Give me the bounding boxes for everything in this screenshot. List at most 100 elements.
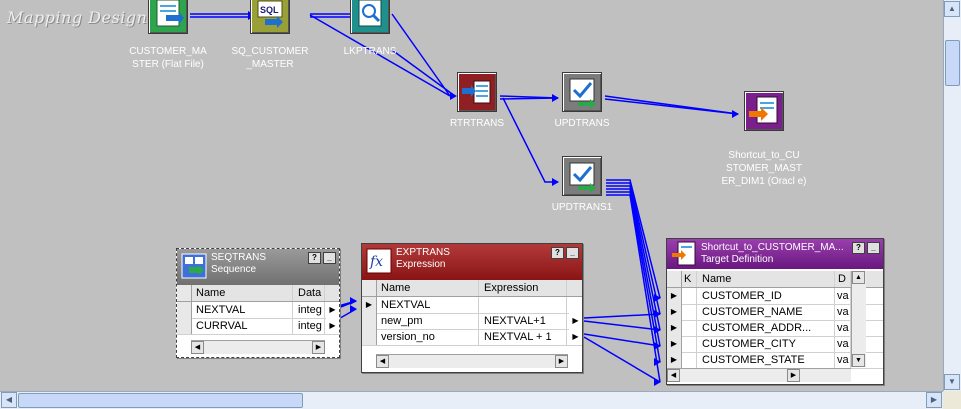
update-strategy-icon [562, 72, 602, 112]
key-cell [681, 288, 697, 304]
canvas-watermark: Mapping Designer [7, 8, 166, 27]
expression-port-grid: Name Expression ▶ NEXTVAL new_pm NEXTVAL… [362, 280, 582, 372]
table-row[interactable]: version_no NEXTVAL + 1 ▶ [362, 329, 582, 346]
scrollbar-corner [943, 391, 961, 409]
output-port-arrow-icon[interactable]: ▶ [326, 302, 339, 318]
input-port-arrow-icon[interactable]: ▶ [667, 336, 682, 352]
grid-header: Name Expression [362, 280, 582, 297]
scroll-up-icon[interactable]: ▲ [852, 271, 865, 284]
scroll-right-icon[interactable]: ▶ [312, 341, 325, 354]
expression-box-subtitle: Expression [396, 259, 446, 270]
mapping-canvas[interactable]: Mapping Designer CUSTOMER_MA STER (Flat … [0, 0, 943, 391]
scroll-left-icon[interactable]: ◀ [1, 392, 17, 408]
row-selector [362, 329, 377, 345]
target-box-header[interactable]: Shortcut_to_CUSTOMER_MA... Target Defini… [667, 239, 883, 269]
sequence-transformation-box[interactable]: SEQTRANS Sequence ? _ Name Data NEXTVAL … [176, 248, 340, 358]
sequence-box-header[interactable]: SEQTRANS Sequence ? _ [177, 249, 339, 285]
port-expression[interactable]: NEXTVAL+1 [479, 313, 567, 329]
input-port-arrow-icon[interactable]: ▶ [667, 288, 682, 304]
expression-box-header[interactable]: fx EXPTRANS Expression ? _ [362, 244, 582, 280]
input-port-arrow-icon[interactable]: ▶ [667, 304, 682, 320]
column-header-datatype: D [835, 271, 851, 287]
key-cell [681, 320, 697, 336]
update-strategy-label: UPDTRANS [554, 118, 610, 129]
expression-grid-scrollbar[interactable]: ◀ ▶ [376, 354, 568, 368]
output-port-arrow-icon[interactable]: ▶ [569, 329, 582, 345]
column-name: CUSTOMER_ADDR... [697, 320, 835, 336]
input-port-arrow-icon[interactable]: ▶ [667, 352, 682, 368]
target-box-buttons: ? _ [852, 242, 880, 254]
scroll-right-icon[interactable]: ▶ [926, 392, 942, 408]
lookup-label: LKPTRANS [343, 46, 397, 57]
port-expression[interactable] [479, 297, 567, 313]
target-grid-vscrollbar[interactable]: ▲ ▼ [851, 271, 866, 367]
expression-box-title: EXPTRANS [396, 247, 450, 258]
key-cell [681, 304, 697, 320]
router-icon [457, 72, 497, 112]
target-definition-box[interactable]: Shortcut_to_CUSTOMER_MA... Target Defini… [666, 238, 884, 385]
update-strategy-icon [562, 156, 602, 196]
scroll-left-icon[interactable]: ◀ [376, 355, 389, 368]
flat-file-source-icon [148, 0, 188, 34]
target-grid-hscrollbar[interactable]: ◀ ▶ [667, 368, 851, 382]
minimize-button[interactable]: _ [867, 242, 880, 254]
svg-text:fx: fx [369, 254, 383, 270]
row-selector [362, 280, 377, 296]
svg-text:SQL: SQL [260, 5, 279, 15]
input-port-arrow-icon[interactable]: ▶ [667, 320, 682, 336]
expression-transformation-box[interactable]: fx EXPTRANS Expression ? _ Name Expressi… [361, 243, 583, 373]
canvas-vertical-scrollbar[interactable]: ▲ ▼ [943, 0, 961, 391]
target-column-grid: K Name D ▶ CUSTOMER_ID va ▶ CUSTOMER_NAM… [667, 269, 883, 384]
minimize-button[interactable]: _ [566, 247, 579, 259]
scroll-down-icon[interactable]: ▼ [944, 374, 960, 390]
scroll-down-icon[interactable]: ▼ [852, 354, 865, 367]
target-node-label: Shortcut_to_CU STOMER_MAST ER_DIM1 (Orac… [721, 150, 807, 187]
source-qualifier-label: SQ_CUSTOMER _MASTER [231, 46, 309, 70]
sequence-box-buttons: ? _ [308, 252, 336, 264]
column-name: CUSTOMER_NAME [697, 304, 835, 320]
port-name: version_no [376, 329, 479, 345]
lookup-icon [350, 0, 390, 34]
sequence-grid-scrollbar[interactable]: ◀ ▶ [191, 340, 325, 354]
port-expression[interactable]: NEXTVAL + 1 [479, 329, 567, 345]
table-row[interactable]: CURRVAL integ ▶ [177, 318, 339, 335]
scroll-up-icon[interactable]: ▲ [944, 1, 960, 17]
target-definition-icon [671, 241, 697, 267]
table-row[interactable]: ▶ NEXTVAL [362, 297, 582, 314]
horizontal-scroll-thumb[interactable] [18, 393, 303, 408]
help-button[interactable]: ? [551, 247, 564, 259]
minimize-button[interactable]: _ [323, 252, 336, 264]
update-strategy-1-label: UPDTRANS1 [551, 202, 613, 213]
sequence-box-title-wrap: SEQTRANS Sequence [211, 252, 266, 276]
help-button[interactable]: ? [308, 252, 321, 264]
help-button[interactable]: ? [852, 242, 865, 254]
scroll-right-icon[interactable]: ▶ [555, 355, 568, 368]
scroll-left-icon[interactable]: ◀ [191, 341, 204, 354]
column-header-name: Name [697, 271, 835, 287]
row-selector [667, 271, 682, 287]
row-selector [362, 313, 377, 329]
table-row[interactable]: new_pm NEXTVAL+1 ▶ [362, 313, 582, 330]
column-datatype: va [835, 352, 851, 368]
scroll-right-icon[interactable]: ▶ [787, 369, 800, 382]
output-port-arrow-icon[interactable]: ▶ [326, 318, 339, 334]
expression-fx-icon: fx [366, 248, 392, 274]
column-datatype: va [835, 320, 851, 336]
vertical-scroll-thumb[interactable] [945, 40, 960, 86]
canvas-horizontal-scrollbar[interactable]: ◀ ▶ [0, 391, 943, 409]
port-name: CURRVAL [191, 318, 293, 334]
column-name: CUSTOMER_STATE [697, 352, 835, 368]
column-datatype: va [835, 336, 851, 352]
scroll-left-icon[interactable]: ◀ [667, 369, 680, 382]
row-selector [177, 285, 192, 301]
output-port-arrow-icon[interactable]: ▶ [569, 313, 582, 329]
port-name: new_pm [376, 313, 479, 329]
input-port-arrow-icon[interactable]: ▶ [362, 297, 377, 313]
column-header-name: Name [191, 285, 293, 301]
key-cell [681, 352, 697, 368]
table-row[interactable]: NEXTVAL integ ▶ [177, 302, 339, 319]
row-selector [177, 318, 192, 334]
sequence-box-subtitle: Sequence [211, 264, 257, 275]
column-datatype: va [835, 304, 851, 320]
target-box-title: Shortcut_to_CUSTOMER_MA... [701, 242, 844, 253]
